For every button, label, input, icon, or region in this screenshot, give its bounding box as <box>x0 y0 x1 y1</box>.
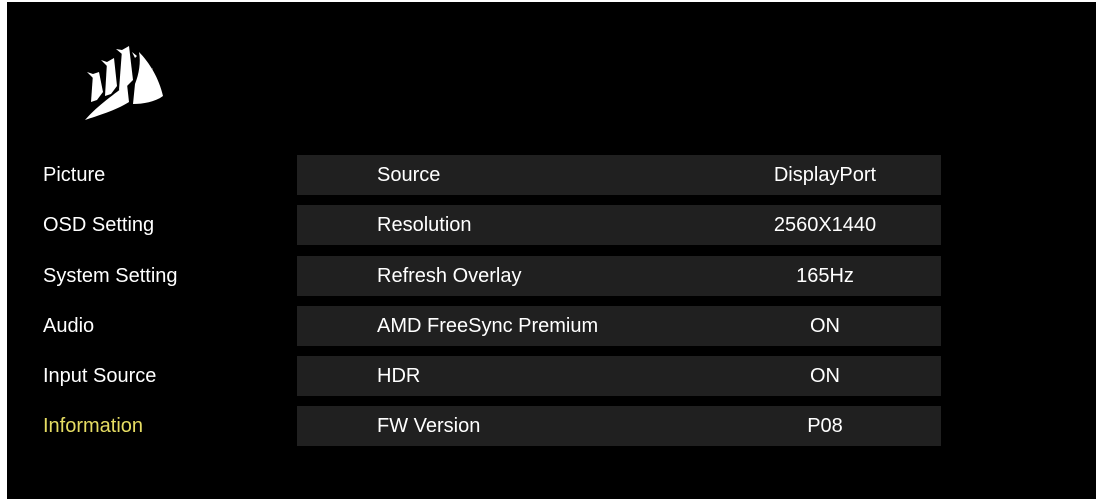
info-label: Source <box>377 164 441 186</box>
menu-item-picture[interactable]: Picture <box>43 155 105 195</box>
osd-panel: Picture OSD Setting System Setting Audio… <box>7 2 1096 499</box>
info-row-source: Source DisplayPort <box>297 155 941 195</box>
menu-item-system-setting[interactable]: System Setting <box>43 256 178 296</box>
menu-item-input-source[interactable]: Input Source <box>43 356 156 396</box>
info-row-refresh-overlay: Refresh Overlay 165Hz <box>297 256 941 296</box>
info-label: HDR <box>377 365 421 387</box>
info-row-freesync: AMD FreeSync Premium ON <box>297 306 941 346</box>
info-label: AMD FreeSync Premium <box>377 315 599 337</box>
info-value: ON <box>810 315 840 337</box>
info-row-fw-version: FW Version P08 <box>297 406 941 446</box>
info-label: FW Version <box>377 415 481 437</box>
info-value: DisplayPort <box>773 164 877 186</box>
info-value: 2560X1440 <box>773 214 877 236</box>
menu-item-audio[interactable]: Audio <box>43 306 94 346</box>
corsair-logo-icon <box>85 46 163 120</box>
info-value: 165Hz <box>796 265 854 287</box>
menu-item-osd-setting[interactable]: OSD Setting <box>43 205 154 245</box>
menu-item-information[interactable]: Information <box>43 406 143 446</box>
info-label: Resolution <box>377 214 472 236</box>
info-row-resolution: Resolution 2560X1440 <box>297 205 941 245</box>
info-value: ON <box>810 365 840 387</box>
info-label: Refresh Overlay <box>377 265 522 287</box>
info-row-hdr: HDR ON <box>297 356 941 396</box>
info-value: P08 <box>807 415 843 437</box>
